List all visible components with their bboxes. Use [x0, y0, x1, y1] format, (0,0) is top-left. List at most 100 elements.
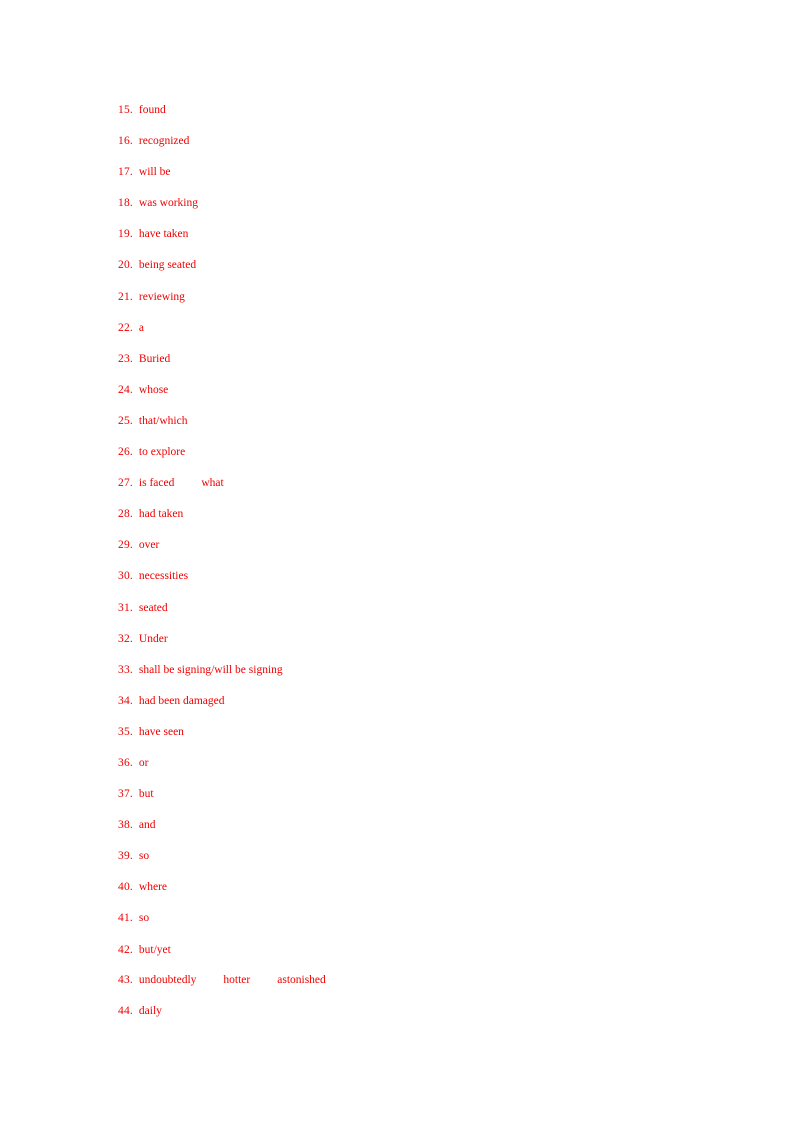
answer-text: a	[138, 321, 145, 334]
answer-number-separator: .	[129, 663, 133, 676]
answer-number-separator: .	[129, 414, 133, 427]
answer-row: 23. Buried	[118, 351, 718, 382]
answer-row: 33. shall be signing/will be signing	[118, 662, 718, 693]
answer-number: 28	[118, 508, 130, 521]
answer-text: but/yet	[138, 943, 171, 956]
answer-text: that/which	[138, 414, 188, 427]
answer-text: or	[138, 756, 149, 769]
answer-number: 30	[118, 570, 130, 583]
answer-text: to explore	[138, 446, 186, 459]
answer-number-separator: .	[129, 259, 133, 272]
answer-row: 28. had taken	[118, 506, 718, 537]
answer-number: 21	[118, 290, 130, 303]
answer-row: 24. whose	[118, 382, 718, 413]
document-page: 15. found 16. recognized 17. will be 18. was wo…	[0, 0, 794, 1123]
answer-number: 35	[118, 725, 130, 738]
answer-number: 23	[118, 352, 130, 365]
answer-row: 26. to explore	[118, 444, 718, 475]
answer-text: seated	[138, 601, 168, 614]
answer-number-separator: .	[129, 104, 133, 116]
answer-number-separator: .	[129, 446, 133, 459]
answer-row: 27. is faced what	[118, 475, 718, 506]
answer-row: 30. necessities	[118, 568, 718, 599]
answer-row: 38. and	[118, 817, 718, 848]
answer-row: 16. recognized	[118, 133, 718, 164]
answer-number-separator: .	[129, 508, 133, 521]
answer-number: 41	[118, 912, 130, 925]
answer-text: so	[138, 912, 150, 925]
answer-number: 17	[118, 166, 130, 179]
answer-number: 26	[118, 446, 130, 459]
answer-number-separator: .	[129, 570, 133, 583]
answer-number: 15	[118, 104, 130, 116]
answer-number: 20	[118, 259, 130, 272]
answer-row: 44. daily	[118, 1003, 718, 1034]
answer-number-separator: .	[129, 197, 133, 210]
answer-number-separator: .	[129, 850, 133, 863]
answer-text: had taken	[138, 508, 184, 521]
answer-row: 29. over	[118, 537, 718, 568]
answer-number-separator: .	[129, 632, 133, 645]
answer-number: 43	[118, 974, 130, 987]
answer-text: so	[138, 850, 150, 863]
answer-text: where	[138, 881, 167, 894]
answer-number: 32	[118, 632, 130, 645]
answer-number-separator: .	[129, 756, 133, 769]
answer-text: astonished	[277, 974, 326, 987]
answer-number-separator: .	[129, 539, 133, 552]
answer-number-separator: .	[129, 694, 133, 707]
answer-text: hotter	[223, 974, 251, 987]
answer-number: 36	[118, 756, 130, 769]
answer-number: 37	[118, 788, 130, 801]
answer-number-separator: .	[129, 943, 133, 956]
answer-row: 37. but	[118, 786, 718, 817]
answer-row: 35. have seen	[118, 724, 718, 755]
answer-text: recognized	[138, 135, 190, 148]
answer-number-separator: .	[129, 383, 133, 396]
answer-row: 15. found	[118, 102, 718, 133]
answer-row: 19. have taken	[118, 226, 718, 257]
answer-number-separator: .	[129, 477, 133, 490]
answer-number-separator: .	[129, 788, 133, 801]
answer-text: is faced	[138, 477, 175, 490]
answer-number-separator: .	[129, 974, 133, 987]
answer-text: and	[138, 819, 156, 832]
answer-number-separator: .	[129, 352, 133, 365]
answer-text: Buried	[138, 352, 171, 365]
answer-number-separator: .	[129, 601, 133, 614]
answer-row: 39. so	[118, 848, 718, 879]
answer-text: over	[138, 539, 160, 552]
answer-text: have taken	[138, 228, 189, 241]
answer-number-separator: .	[129, 290, 133, 303]
answer-number-separator: .	[129, 819, 133, 832]
answer-number: 42	[118, 943, 130, 956]
answer-number-separator: .	[129, 321, 133, 334]
answer-text: whose	[138, 383, 169, 396]
answer-row: 20. being seated	[118, 257, 718, 288]
answer-text: Under	[138, 632, 168, 645]
answer-text: found	[138, 104, 166, 116]
answer-text: being seated	[138, 259, 197, 272]
answer-row: 41. so	[118, 910, 718, 941]
answer-number: 19	[118, 228, 130, 241]
answer-text: undoubtedly	[138, 974, 197, 987]
answer-text: reviewing	[138, 290, 185, 303]
answer-text: will be	[138, 166, 171, 179]
answer-text: but	[138, 788, 154, 801]
answer-number: 40	[118, 881, 130, 894]
answer-row: 32. Under	[118, 631, 718, 662]
answer-number: 44	[118, 1005, 130, 1018]
answer-text: had been damaged	[138, 694, 225, 707]
answer-row: 43. undoubtedly hotter astonished	[118, 972, 718, 1003]
answer-row: 18. was working	[118, 195, 718, 226]
answer-number-separator: .	[129, 912, 133, 925]
answer-row: 36. or	[118, 755, 718, 786]
answer-number: 25	[118, 414, 130, 427]
answer-text: shall be signing/will be signing	[138, 663, 283, 676]
answer-key-list: 15. found 16. recognized 17. will be 18. was wo…	[118, 102, 718, 1034]
answer-number: 16	[118, 135, 130, 148]
answer-number: 34	[118, 694, 130, 707]
answer-row: 22. a	[118, 320, 718, 351]
answer-number-separator: .	[129, 725, 133, 738]
answer-row: 42. but/yet	[118, 942, 718, 973]
